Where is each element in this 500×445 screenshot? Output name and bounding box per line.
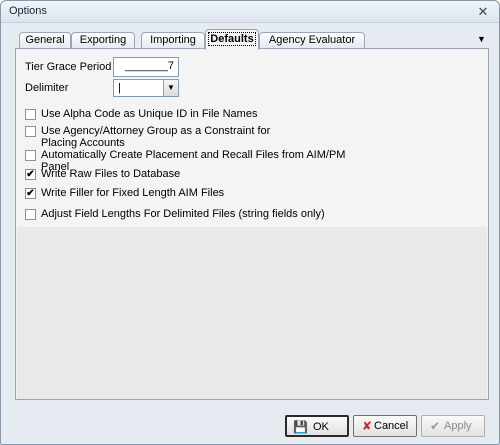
tab-agency-evaluator[interactable]: Agency Evaluator (259, 32, 365, 49)
use-alpha-code-checkbox[interactable] (25, 109, 36, 120)
options-dialog: Options ✕ General Exporting Importing De… (0, 0, 500, 445)
tab-importing[interactable]: Importing (141, 32, 205, 49)
save-disk-icon: 💾 (293, 420, 308, 434)
write-filler-label: Write Filler for Fixed Length AIM Files (41, 187, 225, 199)
tab-strip: General Exporting Importing Defaults Age… (15, 29, 489, 50)
tab-general[interactable]: General (19, 32, 71, 49)
ok-label: OK (313, 421, 329, 433)
write-raw-files-label: Write Raw Files to Database (41, 168, 181, 180)
tab-label: Exporting (79, 34, 127, 46)
defaults-panel: Tier Grace Period _______7 Delimiter | ▼… (15, 48, 489, 400)
title-bar[interactable]: Options ✕ (1, 1, 499, 23)
tab-label: General (25, 34, 65, 46)
tab-label: Defaults (208, 32, 256, 46)
use-alpha-code-label: Use Alpha Code as Unique ID in File Name… (41, 108, 258, 120)
delimiter-dropdown[interactable]: | ▼ (113, 79, 179, 97)
auto-create-placement-checkbox[interactable] (25, 150, 36, 161)
delimiter-value: | (118, 82, 121, 94)
adjust-field-lengths-label: Adjust Field Lengths For Delimited Files… (41, 208, 325, 220)
tab-exporting[interactable]: Exporting (71, 32, 135, 49)
tab-defaults[interactable]: Defaults (205, 29, 259, 50)
chevron-down-icon[interactable]: ▼ (163, 80, 178, 96)
red-x-icon: ✘ (361, 419, 373, 433)
tier-grace-period-label: Tier Grace Period (25, 61, 112, 73)
agency-attorney-group-label: Use Agency/Attorney Group as a Constrain… (41, 125, 271, 149)
apply-button[interactable]: ✔ Apply (421, 415, 485, 437)
adjust-field-lengths-checkbox[interactable] (25, 209, 36, 220)
delimiter-label: Delimiter (25, 82, 69, 94)
ok-button[interactable]: 💾 OK (285, 415, 349, 437)
window-title: Options (9, 5, 47, 17)
checkmark-icon: ✔ (429, 419, 441, 433)
tab-overflow-chevron-down-icon[interactable]: ▼ (477, 34, 487, 44)
panel-empty-area (17, 227, 487, 399)
tier-grace-period-input[interactable]: _______7 (113, 57, 179, 77)
cancel-label: Cancel (374, 420, 409, 432)
apply-label: Apply (444, 420, 472, 432)
tab-label: Importing (150, 34, 196, 46)
cancel-button[interactable]: ✘ Cancel (353, 415, 417, 437)
close-icon[interactable]: ✕ (475, 4, 491, 20)
write-raw-files-checkbox[interactable]: ✔ (25, 169, 36, 180)
tab-label: Agency Evaluator (268, 34, 356, 46)
agency-attorney-group-checkbox[interactable] (25, 126, 36, 137)
write-filler-checkbox[interactable]: ✔ (25, 188, 36, 199)
